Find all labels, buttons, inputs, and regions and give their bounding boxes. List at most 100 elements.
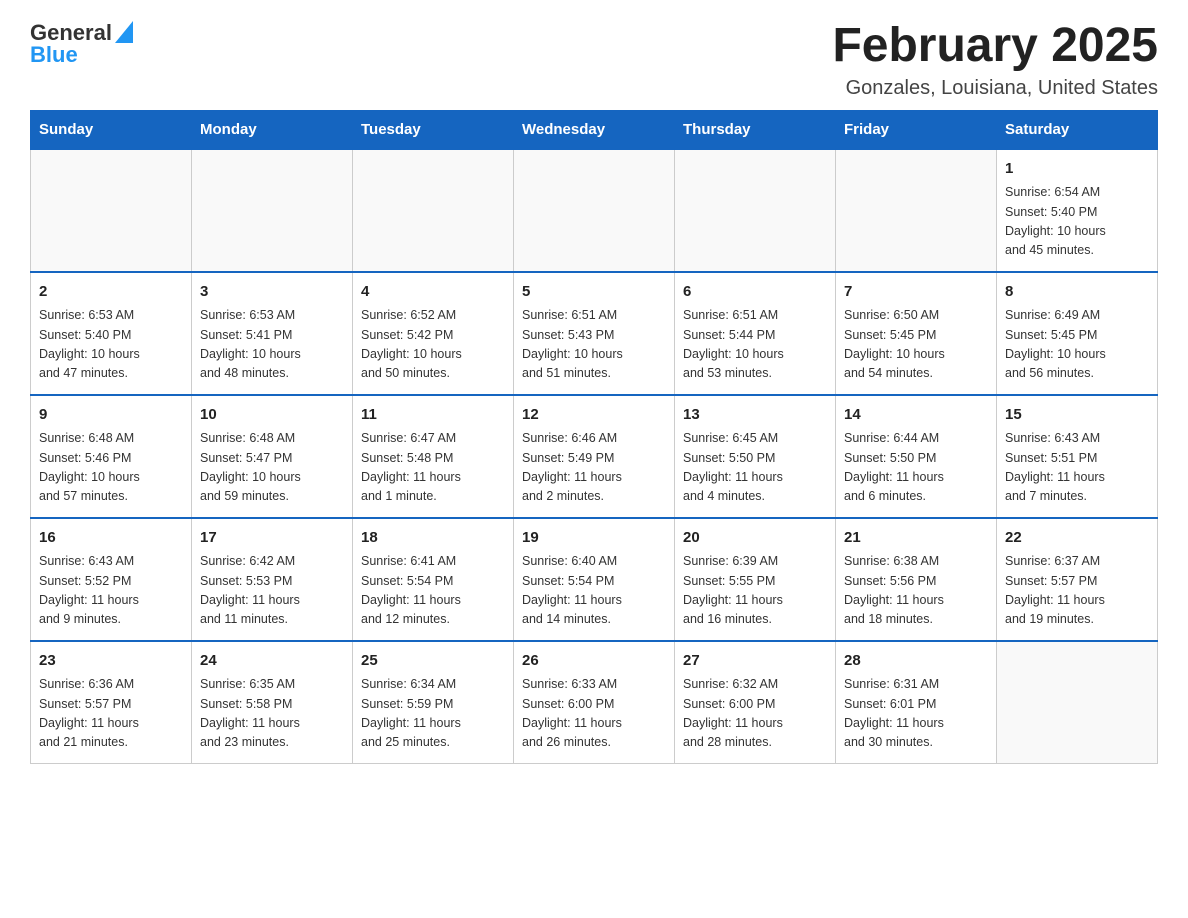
day-cell	[836, 149, 997, 272]
day-number: 4	[361, 281, 505, 304]
day-cell: 11Sunrise: 6:47 AM Sunset: 5:48 PM Dayli…	[353, 395, 514, 518]
day-cell: 8Sunrise: 6:49 AM Sunset: 5:45 PM Daylig…	[997, 272, 1158, 395]
title-block: February 2025 Gonzales, Louisiana, Unite…	[832, 20, 1158, 100]
day-cell: 13Sunrise: 6:45 AM Sunset: 5:50 PM Dayli…	[675, 395, 836, 518]
day-info: Sunrise: 6:32 AM Sunset: 6:00 PM Dayligh…	[683, 675, 827, 753]
day-number: 5	[522, 281, 666, 304]
day-cell: 21Sunrise: 6:38 AM Sunset: 5:56 PM Dayli…	[836, 518, 997, 641]
day-info: Sunrise: 6:48 AM Sunset: 5:46 PM Dayligh…	[39, 429, 183, 507]
day-cell: 19Sunrise: 6:40 AM Sunset: 5:54 PM Dayli…	[514, 518, 675, 641]
day-info: Sunrise: 6:33 AM Sunset: 6:00 PM Dayligh…	[522, 675, 666, 753]
day-info: Sunrise: 6:31 AM Sunset: 6:01 PM Dayligh…	[844, 675, 988, 753]
day-info: Sunrise: 6:53 AM Sunset: 5:40 PM Dayligh…	[39, 306, 183, 384]
week-row-1: 2Sunrise: 6:53 AM Sunset: 5:40 PM Daylig…	[31, 272, 1158, 395]
day-info: Sunrise: 6:37 AM Sunset: 5:57 PM Dayligh…	[1005, 552, 1149, 630]
day-cell: 14Sunrise: 6:44 AM Sunset: 5:50 PM Dayli…	[836, 395, 997, 518]
week-row-3: 16Sunrise: 6:43 AM Sunset: 5:52 PM Dayli…	[31, 518, 1158, 641]
day-cell: 16Sunrise: 6:43 AM Sunset: 5:52 PM Dayli…	[31, 518, 192, 641]
day-cell: 20Sunrise: 6:39 AM Sunset: 5:55 PM Dayli…	[675, 518, 836, 641]
logo-triangle-icon	[115, 21, 133, 43]
header-thursday: Thursday	[675, 110, 836, 149]
day-cell: 4Sunrise: 6:52 AM Sunset: 5:42 PM Daylig…	[353, 272, 514, 395]
day-info: Sunrise: 6:44 AM Sunset: 5:50 PM Dayligh…	[844, 429, 988, 507]
day-number: 25	[361, 650, 505, 673]
day-number: 16	[39, 527, 183, 550]
week-row-4: 23Sunrise: 6:36 AM Sunset: 5:57 PM Dayli…	[31, 641, 1158, 764]
day-number: 1	[1005, 158, 1149, 181]
day-info: Sunrise: 6:41 AM Sunset: 5:54 PM Dayligh…	[361, 552, 505, 630]
day-info: Sunrise: 6:43 AM Sunset: 5:52 PM Dayligh…	[39, 552, 183, 630]
day-cell: 7Sunrise: 6:50 AM Sunset: 5:45 PM Daylig…	[836, 272, 997, 395]
day-cell: 2Sunrise: 6:53 AM Sunset: 5:40 PM Daylig…	[31, 272, 192, 395]
header-sunday: Sunday	[31, 110, 192, 149]
day-number: 11	[361, 404, 505, 427]
logo-text-blue: Blue	[30, 42, 78, 68]
location-title: Gonzales, Louisiana, United States	[832, 77, 1158, 100]
day-info: Sunrise: 6:54 AM Sunset: 5:40 PM Dayligh…	[1005, 183, 1149, 261]
day-cell: 15Sunrise: 6:43 AM Sunset: 5:51 PM Dayli…	[997, 395, 1158, 518]
day-cell	[675, 149, 836, 272]
day-cell: 1Sunrise: 6:54 AM Sunset: 5:40 PM Daylig…	[997, 149, 1158, 272]
day-cell: 27Sunrise: 6:32 AM Sunset: 6:00 PM Dayli…	[675, 641, 836, 764]
day-cell: 18Sunrise: 6:41 AM Sunset: 5:54 PM Dayli…	[353, 518, 514, 641]
day-info: Sunrise: 6:51 AM Sunset: 5:43 PM Dayligh…	[522, 306, 666, 384]
day-info: Sunrise: 6:53 AM Sunset: 5:41 PM Dayligh…	[200, 306, 344, 384]
day-number: 18	[361, 527, 505, 550]
page-header: General Blue February 2025 Gonzales, Lou…	[30, 20, 1158, 100]
day-cell: 22Sunrise: 6:37 AM Sunset: 5:57 PM Dayli…	[997, 518, 1158, 641]
week-row-2: 9Sunrise: 6:48 AM Sunset: 5:46 PM Daylig…	[31, 395, 1158, 518]
day-number: 22	[1005, 527, 1149, 550]
month-title: February 2025	[832, 20, 1158, 73]
day-number: 23	[39, 650, 183, 673]
day-info: Sunrise: 6:46 AM Sunset: 5:49 PM Dayligh…	[522, 429, 666, 507]
day-cell: 17Sunrise: 6:42 AM Sunset: 5:53 PM Dayli…	[192, 518, 353, 641]
day-number: 17	[200, 527, 344, 550]
day-info: Sunrise: 6:40 AM Sunset: 5:54 PM Dayligh…	[522, 552, 666, 630]
header-tuesday: Tuesday	[353, 110, 514, 149]
day-number: 9	[39, 404, 183, 427]
day-cell: 26Sunrise: 6:33 AM Sunset: 6:00 PM Dayli…	[514, 641, 675, 764]
day-number: 10	[200, 404, 344, 427]
day-number: 24	[200, 650, 344, 673]
day-number: 3	[200, 281, 344, 304]
day-cell: 28Sunrise: 6:31 AM Sunset: 6:01 PM Dayli…	[836, 641, 997, 764]
day-number: 7	[844, 281, 988, 304]
day-number: 13	[683, 404, 827, 427]
day-number: 15	[1005, 404, 1149, 427]
day-cell: 12Sunrise: 6:46 AM Sunset: 5:49 PM Dayli…	[514, 395, 675, 518]
day-info: Sunrise: 6:51 AM Sunset: 5:44 PM Dayligh…	[683, 306, 827, 384]
day-cell: 9Sunrise: 6:48 AM Sunset: 5:46 PM Daylig…	[31, 395, 192, 518]
day-number: 28	[844, 650, 988, 673]
weekday-header-row: Sunday Monday Tuesday Wednesday Thursday…	[31, 110, 1158, 149]
day-cell: 23Sunrise: 6:36 AM Sunset: 5:57 PM Dayli…	[31, 641, 192, 764]
day-number: 21	[844, 527, 988, 550]
day-info: Sunrise: 6:50 AM Sunset: 5:45 PM Dayligh…	[844, 306, 988, 384]
day-info: Sunrise: 6:38 AM Sunset: 5:56 PM Dayligh…	[844, 552, 988, 630]
day-info: Sunrise: 6:49 AM Sunset: 5:45 PM Dayligh…	[1005, 306, 1149, 384]
day-cell: 5Sunrise: 6:51 AM Sunset: 5:43 PM Daylig…	[514, 272, 675, 395]
calendar-table: Sunday Monday Tuesday Wednesday Thursday…	[30, 110, 1158, 764]
day-cell: 10Sunrise: 6:48 AM Sunset: 5:47 PM Dayli…	[192, 395, 353, 518]
day-info: Sunrise: 6:42 AM Sunset: 5:53 PM Dayligh…	[200, 552, 344, 630]
day-number: 20	[683, 527, 827, 550]
day-cell	[514, 149, 675, 272]
day-number: 27	[683, 650, 827, 673]
header-wednesday: Wednesday	[514, 110, 675, 149]
week-row-0: 1Sunrise: 6:54 AM Sunset: 5:40 PM Daylig…	[31, 149, 1158, 272]
day-number: 14	[844, 404, 988, 427]
day-info: Sunrise: 6:43 AM Sunset: 5:51 PM Dayligh…	[1005, 429, 1149, 507]
day-info: Sunrise: 6:48 AM Sunset: 5:47 PM Dayligh…	[200, 429, 344, 507]
day-cell: 25Sunrise: 6:34 AM Sunset: 5:59 PM Dayli…	[353, 641, 514, 764]
day-number: 2	[39, 281, 183, 304]
day-info: Sunrise: 6:35 AM Sunset: 5:58 PM Dayligh…	[200, 675, 344, 753]
day-number: 19	[522, 527, 666, 550]
day-number: 26	[522, 650, 666, 673]
day-cell: 6Sunrise: 6:51 AM Sunset: 5:44 PM Daylig…	[675, 272, 836, 395]
day-cell: 3Sunrise: 6:53 AM Sunset: 5:41 PM Daylig…	[192, 272, 353, 395]
day-number: 12	[522, 404, 666, 427]
day-info: Sunrise: 6:34 AM Sunset: 5:59 PM Dayligh…	[361, 675, 505, 753]
header-saturday: Saturday	[997, 110, 1158, 149]
day-cell	[31, 149, 192, 272]
day-info: Sunrise: 6:47 AM Sunset: 5:48 PM Dayligh…	[361, 429, 505, 507]
day-number: 6	[683, 281, 827, 304]
